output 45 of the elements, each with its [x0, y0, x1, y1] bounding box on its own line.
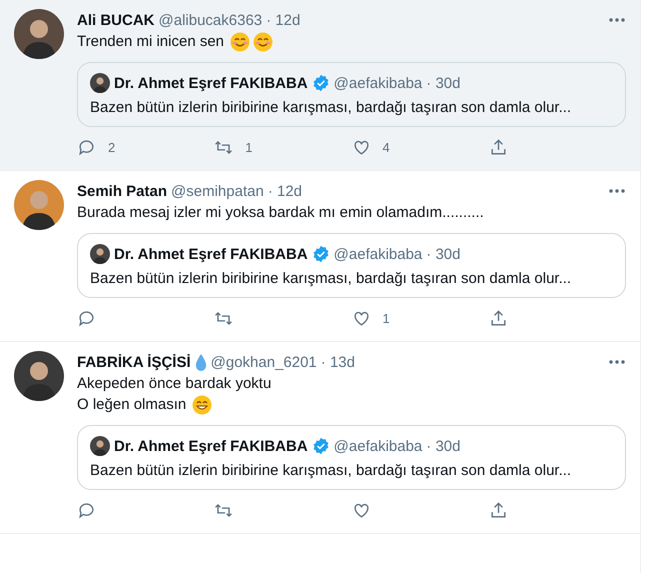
author-handle: @aefakibaba	[334, 246, 422, 262]
author-handle[interactable]: @semihpatan	[171, 182, 264, 200]
author-name[interactable]: FABRİKA İŞÇİSİ	[77, 354, 191, 370]
retweet-count: 1	[245, 140, 252, 154]
share-icon[interactable]	[488, 500, 508, 520]
tweet-text: O leğen olmasın	[77, 395, 186, 415]
author-name: Dr. Ahmet Eşref FAKIBABA	[114, 438, 308, 454]
author-name[interactable]: Ali BUCAK	[77, 12, 154, 28]
tweet-text: Akepeden önce bardak yoktu	[77, 374, 272, 394]
tweet-card[interactable]: Ali BUCAK @alibucak6363 · 12d Trenden mi inicen sen Dr. Ahmet Eşref FAKIBABA @aefakibaba · 30d Bazen bütün izlerin biribirine karışması, bardağı taşıran son damla olur... 2 1 4	[0, 0, 640, 171]
avatar[interactable]	[14, 351, 64, 401]
author-name: Dr. Ahmet Eşref FAKIBABA	[114, 246, 308, 262]
reply-icon[interactable]	[77, 500, 96, 520]
tweet-time[interactable]: · 12d	[268, 182, 302, 200]
tweet-time[interactable]: · 13d	[320, 354, 355, 370]
reply-count: 2	[108, 140, 116, 154]
quoted-tweet[interactable]: Dr. Ahmet Eşref FAKIBABA @aefakibaba · 30d Bazen bütün izlerin biribirine karışması, bardağı taşıran son damla olur...	[77, 425, 626, 490]
tweet-time: · 30d	[426, 74, 460, 92]
tweet-text: Burada mesaj izler mi yoksa bardak mı emin olamadım..........	[77, 203, 484, 223]
avatar[interactable]	[90, 73, 110, 93]
avatar[interactable]	[90, 244, 110, 264]
reply-icon[interactable]	[77, 308, 96, 328]
quoted-tweet[interactable]: Dr. Ahmet Eşref FAKIBABA @aefakibaba · 30d Bazen bütün izlerin biribirine karışması, bardağı taşıran son damla olur...	[77, 62, 626, 127]
share-icon[interactable]	[488, 308, 508, 328]
reply-icon[interactable]	[77, 138, 96, 156]
author-handle: @aefakibaba	[334, 438, 422, 454]
tweet-time[interactable]: · 12d	[266, 12, 300, 28]
like-count: 1	[382, 310, 390, 326]
avatar[interactable]	[90, 436, 110, 456]
quoted-text: Bazen bütün izlerin biribirine karışması, bardağı taşıran son damla olur...	[90, 99, 572, 116]
share-icon[interactable]	[488, 138, 508, 156]
author-name[interactable]: Semih Patan	[77, 182, 168, 200]
author-handle: @aefakibaba	[334, 74, 422, 92]
quoted-tweet[interactable]: Dr. Ahmet Eşref FAKIBABA @aefakibaba · 30d Bazen bütün izlerin biribirine karışması, bardağı taşıran son damla olur...	[77, 233, 626, 298]
author-handle[interactable]: @alibucak6363	[158, 12, 262, 28]
author-handle[interactable]: @gokhan_6201	[210, 354, 317, 370]
author-name: Dr. Ahmet Eşref FAKIBABA	[114, 74, 308, 92]
quoted-text: Bazen bütün izlerin biribirine karışması, bardağı taşıran son damla olur...	[90, 270, 572, 287]
tweet-time: · 30d	[426, 438, 460, 454]
like-count: 4	[382, 140, 390, 154]
tweet-text: Trenden mi inicen sen	[77, 32, 224, 52]
quoted-text: Bazen bütün izlerin biribirine karışması, bardağı taşıran son damla olur...	[90, 462, 572, 479]
tweet-time: · 30d	[426, 246, 460, 262]
avatar[interactable]	[14, 9, 64, 59]
avatar[interactable]	[14, 180, 64, 230]
